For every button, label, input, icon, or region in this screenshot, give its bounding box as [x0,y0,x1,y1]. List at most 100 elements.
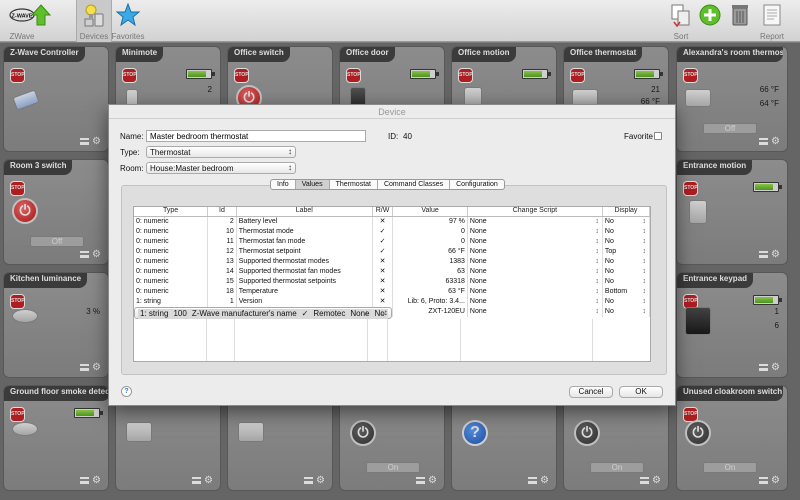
table-row[interactable]: 0: numeric 15 Supported thermostat setpoin… [134,276,651,287]
cell-value: Lib: 6, Proto: 3.4... [392,296,468,307]
dialog-title: Device [109,105,675,119]
table-row[interactable]: 0: numeric 12 Thermostat setpoint ✓ 66 °F Non… [134,246,651,257]
cell-display[interactable]: No [602,256,651,267]
column-header-label[interactable]: Label [236,207,373,217]
change-script-select[interactable]: None [470,297,600,307]
cell-type: 0: numeric [134,246,209,257]
display-select[interactable]: Top [605,247,647,257]
cell-label: Supported thermostat setpoints [236,276,373,287]
display-select[interactable]: No [605,267,647,277]
cell-change-script[interactable]: None [467,286,603,297]
change-script-select[interactable]: None [470,247,600,257]
add-device-button[interactable] [696,2,724,42]
room-label: Room: [120,164,144,173]
display-select[interactable]: No [605,297,647,307]
cell-type: 0: numeric [134,276,209,287]
cell-display[interactable]: No [602,296,651,307]
cell-value: 1383 [392,256,468,267]
cell-display[interactable]: Top [602,246,651,257]
cell-change-script[interactable]: None [467,266,603,277]
room-select[interactable]: House:Master bedroom [146,162,296,174]
change-script-select[interactable]: None [470,237,600,247]
change-script-select[interactable]: None [470,307,600,317]
tab-thermostat[interactable]: Thermostat [330,180,378,189]
change-script-select[interactable]: None [470,287,600,297]
cell-label: Z-Wave manufacturer's name [189,308,300,319]
cell-change-script[interactable]: None [467,216,603,227]
cell-change-script[interactable]: None [467,256,603,267]
display-select[interactable]: No [605,217,647,227]
tab-favorites[interactable]: Favorites [110,2,146,42]
table-row[interactable]: 1: string 100 Z-Wave manufacturer's name ✓ R… [134,306,392,319]
up-arrow-button[interactable] [26,2,56,42]
cell-change-script[interactable]: None [467,276,603,287]
device-dialog: Device Name: ID: 40 Favorite Type: Therm… [108,104,676,406]
cell-id: 2 [207,216,237,227]
cell-display[interactable]: No [602,266,651,277]
change-script-select[interactable]: None [470,277,600,287]
type-select[interactable]: Thermostat [146,146,296,158]
favorite-checkbox[interactable] [654,132,662,140]
change-script-select[interactable]: None [470,267,600,277]
cell-id: 1 [207,296,237,307]
table-row[interactable]: 0: numeric 13 Supported thermostat modes ✕ 1… [134,256,651,267]
table-row[interactable]: 0: numeric10Thermostat mode✓0None No [134,226,651,237]
tab-values[interactable]: Values [295,180,330,189]
column-header-change-script[interactable]: Change Script [467,207,603,217]
cell-display[interactable]: No [602,236,651,247]
column-header-rw[interactable]: R/W [372,207,394,217]
change-script-select[interactable]: None [470,217,600,227]
cell-value: 0 [392,226,468,237]
column-header-type[interactable]: Type [134,207,209,217]
tab-info[interactable]: Info [271,180,296,189]
cancel-button[interactable]: Cancel [569,386,613,398]
cell-display[interactable]: Bottom [602,286,651,297]
tab-configuration[interactable]: Configuration [450,180,504,189]
table-row[interactable]: 0: numeric 14 Supported thermostat fan mod… [134,266,651,277]
display-select[interactable]: No [605,227,647,237]
table-row[interactable]: 0: numeric11Thermostat fan mode✓0None No [134,236,651,247]
display-select[interactable]: No [605,277,647,287]
cell-rw: ✓ [372,246,394,257]
display-select[interactable]: No [605,237,647,247]
display-select[interactable]: No [375,309,385,319]
delete-device-button[interactable] [726,2,754,42]
report-button[interactable]: Report [758,2,786,42]
table-row[interactable]: 1: string 1 Version ✕ Lib: 6, Proto: 3.4... N… [134,296,651,307]
cell-rw: ✕ [372,266,394,277]
cell-value: 97 % [392,216,468,227]
display-select[interactable]: Bottom [605,287,647,297]
change-script-select[interactable]: None [470,227,600,237]
ok-button[interactable]: OK [619,386,663,398]
column-header-display[interactable]: Display [602,207,651,217]
sort-button[interactable]: Sort [666,2,696,42]
display-select[interactable]: No [605,257,647,267]
cell-change-script[interactable]: None [467,226,603,237]
cell-id: 13 [207,256,237,267]
display-select[interactable]: No [605,307,647,317]
column-header-id[interactable]: Id [207,207,237,217]
tab-command-classes[interactable]: Command Classes [378,180,451,189]
cell-change-script[interactable]: None [467,246,603,257]
column-header-value[interactable]: Value [392,207,468,217]
change-script-select[interactable]: None [470,257,600,267]
cell-display[interactable]: No [602,216,651,227]
tab-devices[interactable]: Devices [76,0,112,42]
cell-change-script[interactable]: None [347,308,373,319]
cell-display[interactable]: No [602,226,651,237]
cell-display[interactable]: No [602,306,651,317]
cell-change-script[interactable]: None [467,296,603,307]
help-button[interactable]: ? [121,386,132,397]
table-row[interactable]: 0: numeric18Temperature✕63 °FNone Bottom [134,286,651,297]
cell-change-script[interactable]: None [467,236,603,247]
id-label: ID: [388,132,399,141]
change-script-select[interactable]: None [350,309,369,319]
cell-change-script[interactable]: None [467,306,603,317]
name-field[interactable] [146,130,366,142]
cell-display[interactable]: No [372,308,388,319]
table-row[interactable]: 0: numeric2Battery level✕97 %None No [134,216,651,227]
cell-rw: ✕ [372,286,394,297]
values-table: Type Id Label R/W Value Change Script Di… [133,206,651,362]
dialog-tabs: Info Values Thermostat Command Classes C… [270,179,505,190]
cell-display[interactable]: No [602,276,651,287]
